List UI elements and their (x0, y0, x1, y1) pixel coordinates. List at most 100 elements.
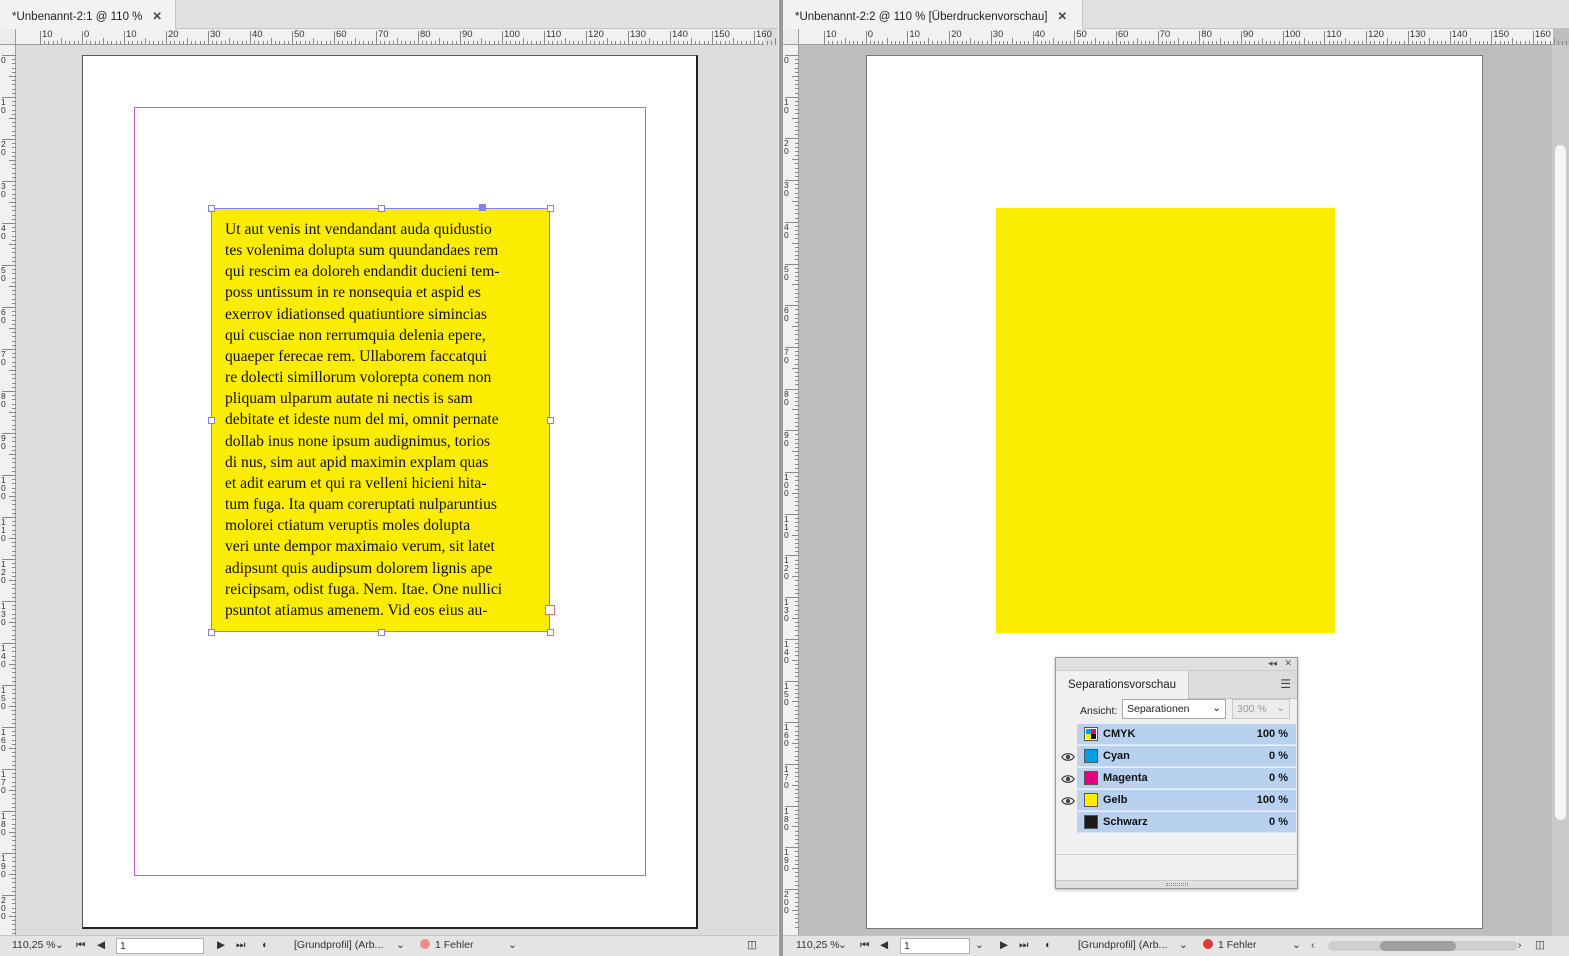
chevron-down-icon[interactable]: ⌄ (55, 939, 64, 951)
ruler-tick (12, 344, 16, 346)
vertical-scrollbar[interactable] (1552, 45, 1569, 935)
view-select[interactable]: Separationen ⌄ (1122, 699, 1226, 719)
last-page-icon[interactable]: ⏭ (1019, 939, 1028, 952)
selection-handle[interactable] (208, 417, 215, 424)
last-page-icon[interactable]: ⏭ (236, 939, 245, 952)
ruler-origin[interactable] (0, 29, 16, 45)
first-page-icon[interactable]: ⏮ (76, 939, 85, 952)
next-page-icon[interactable]: ▶ (217, 939, 225, 951)
text-frame[interactable]: Ut aut venis int vendandant auda quidust… (211, 208, 550, 632)
ruler-tick (795, 884, 799, 886)
page-number: 1 (120, 940, 126, 952)
chevron-down-icon[interactable]: ⌄ (508, 939, 517, 951)
split-layout-icon[interactable]: ◫ (747, 939, 757, 951)
vertical-ruler[interactable]: 0 10 20 30 40 50 60 70 80 90 100 110 120 130 140 150 160… (783, 45, 799, 935)
ruler-label: 140 (1451, 29, 1468, 40)
body-text[interactable]: Ut aut venis int vendandant auda quidust… (225, 219, 543, 621)
visibility-toggle[interactable] (1056, 746, 1078, 768)
first-page-icon[interactable]: ⏮ (860, 939, 869, 952)
selection-handle[interactable] (208, 205, 215, 212)
ruler-tick (724, 41, 726, 45)
selection-handle[interactable] (208, 629, 215, 636)
next-page-icon[interactable]: ▶ (1000, 939, 1008, 951)
ruler-tick (12, 197, 16, 199)
collapse-panel-icon[interactable]: ◂◂ (1268, 658, 1277, 669)
yellow-frame-preview[interactable] (996, 208, 1335, 633)
ruler-tick (1032, 31, 1034, 45)
overset-text-icon[interactable] (545, 605, 555, 615)
selection-handle[interactable] (378, 629, 385, 636)
selection-handle[interactable] (547, 417, 554, 424)
panel-menu-icon[interactable]: ☰ (1280, 677, 1291, 691)
preflight-profile[interactable]: [Grundprofil] (Arb... (294, 939, 383, 951)
ruler-tick (882, 41, 884, 45)
vertical-ruler[interactable]: 0 10 20 30 40 50 60 70 80 90 100 110 120 130 140 150 160… (0, 45, 16, 935)
separation-row-cmyk[interactable]: CMYK 100 % (1056, 724, 1299, 746)
separation-row-bar[interactable]: Magenta 0 % (1078, 768, 1296, 789)
ruler-tick (795, 392, 799, 394)
separation-row-cyan[interactable]: Cyan 0 % (1056, 746, 1299, 768)
in-port-handle[interactable] (479, 204, 486, 211)
chevron-down-icon[interactable]: ⌄ (975, 939, 984, 951)
ruler-tick (795, 401, 799, 403)
visibility-toggle[interactable] (1056, 724, 1078, 746)
visibility-toggle[interactable] (1056, 790, 1078, 812)
close-icon[interactable]: ✕ (152, 11, 162, 23)
horizontal-scrollbar[interactable] (1328, 941, 1518, 951)
preflight-profile[interactable]: [Grundprofil] (Arb... (1078, 939, 1167, 951)
ruler-tick (795, 146, 799, 148)
ruler-tick (44, 41, 46, 45)
scrollbar-thumb[interactable] (1380, 941, 1456, 951)
ruler-origin[interactable] (783, 29, 799, 45)
selection-handle[interactable] (547, 629, 554, 636)
error-status[interactable]: 1 Fehler (1203, 939, 1257, 951)
selection-handle[interactable] (547, 205, 554, 212)
ruler-tick (497, 41, 499, 45)
visibility-toggle[interactable] (1056, 768, 1078, 790)
separation-row-bar[interactable]: CMYK 100 % (1078, 724, 1296, 745)
page-number-field[interactable]: 1 (900, 938, 970, 954)
visibility-toggle[interactable] (1056, 812, 1078, 834)
ruler-tick (9, 412, 16, 413)
panel-title-strip[interactable]: ◂◂ ✕ (1056, 658, 1297, 671)
selection-handle[interactable] (378, 205, 385, 212)
chevron-down-icon[interactable]: ⌄ (1292, 939, 1301, 951)
separation-row-bar[interactable]: Gelb 100 % (1078, 790, 1296, 811)
zoom-level[interactable]: 110,25 % (796, 939, 840, 951)
panel-resize-grip[interactable] (1056, 880, 1297, 888)
ruler-label: 60 (784, 305, 789, 324)
page-number-field[interactable]: 1 (116, 938, 204, 954)
close-icon[interactable]: ✕ (1284, 658, 1292, 669)
split-layout-icon[interactable]: ◫ (1535, 939, 1545, 951)
separation-row-gelb[interactable]: Gelb 100 % (1056, 790, 1299, 812)
ruler-tick (447, 41, 449, 45)
ruler-tick (12, 365, 16, 367)
ruler-tick (12, 302, 16, 304)
ruler-tick (915, 41, 917, 45)
preflight-icon[interactable]: ◐ (262, 939, 268, 951)
chevron-down-icon[interactable]: ⌄ (396, 939, 405, 951)
chevron-down-icon[interactable]: ⌄ (838, 939, 847, 951)
scrollbar-thumb[interactable] (1555, 145, 1566, 820)
document-tab-right[interactable]: *Unbenannt-2:2 @ 110 % [Überdruckenvorsc… (783, 0, 1083, 29)
horizontal-ruler[interactable]: 10 0 10 20 30 40 50 60 70 80 90 100 110 120 130 140 150 1… (799, 29, 1568, 45)
previous-page-icon[interactable]: ◀ (97, 939, 105, 951)
error-status[interactable]: 1 Fehler (420, 939, 474, 951)
ruler-tick (12, 844, 16, 846)
close-icon[interactable]: ✕ (1057, 11, 1067, 23)
separation-row-schwarz[interactable]: Schwarz 0 % (1056, 812, 1299, 834)
zoom-level[interactable]: 110,25 % (12, 939, 56, 951)
scroll-right-icon[interactable]: › (1518, 939, 1522, 951)
previous-page-icon[interactable]: ◀ (880, 939, 888, 951)
separation-row-bar[interactable]: Schwarz 0 % (1078, 812, 1296, 833)
ruler-tick (199, 41, 201, 45)
scroll-left-icon[interactable]: ‹ (1311, 939, 1315, 951)
chevron-down-icon[interactable]: ⌄ (1179, 939, 1188, 951)
horizontal-ruler[interactable]: 10 0 10 20 30 40 50 60 70 80 90 100 110 120 130 140 150 1… (16, 29, 776, 45)
preflight-icon[interactable]: ◐ (1045, 939, 1051, 951)
document-tab-left[interactable]: *Unbenannt-2:1 @ 110 % ✕ (0, 0, 176, 29)
tab-separations-preview[interactable]: Separationsvorschau (1056, 671, 1190, 699)
separation-row-magenta[interactable]: Magenta 0 % (1056, 768, 1299, 790)
ruler-tick (9, 622, 16, 623)
separation-row-bar[interactable]: Cyan 0 % (1078, 746, 1296, 767)
